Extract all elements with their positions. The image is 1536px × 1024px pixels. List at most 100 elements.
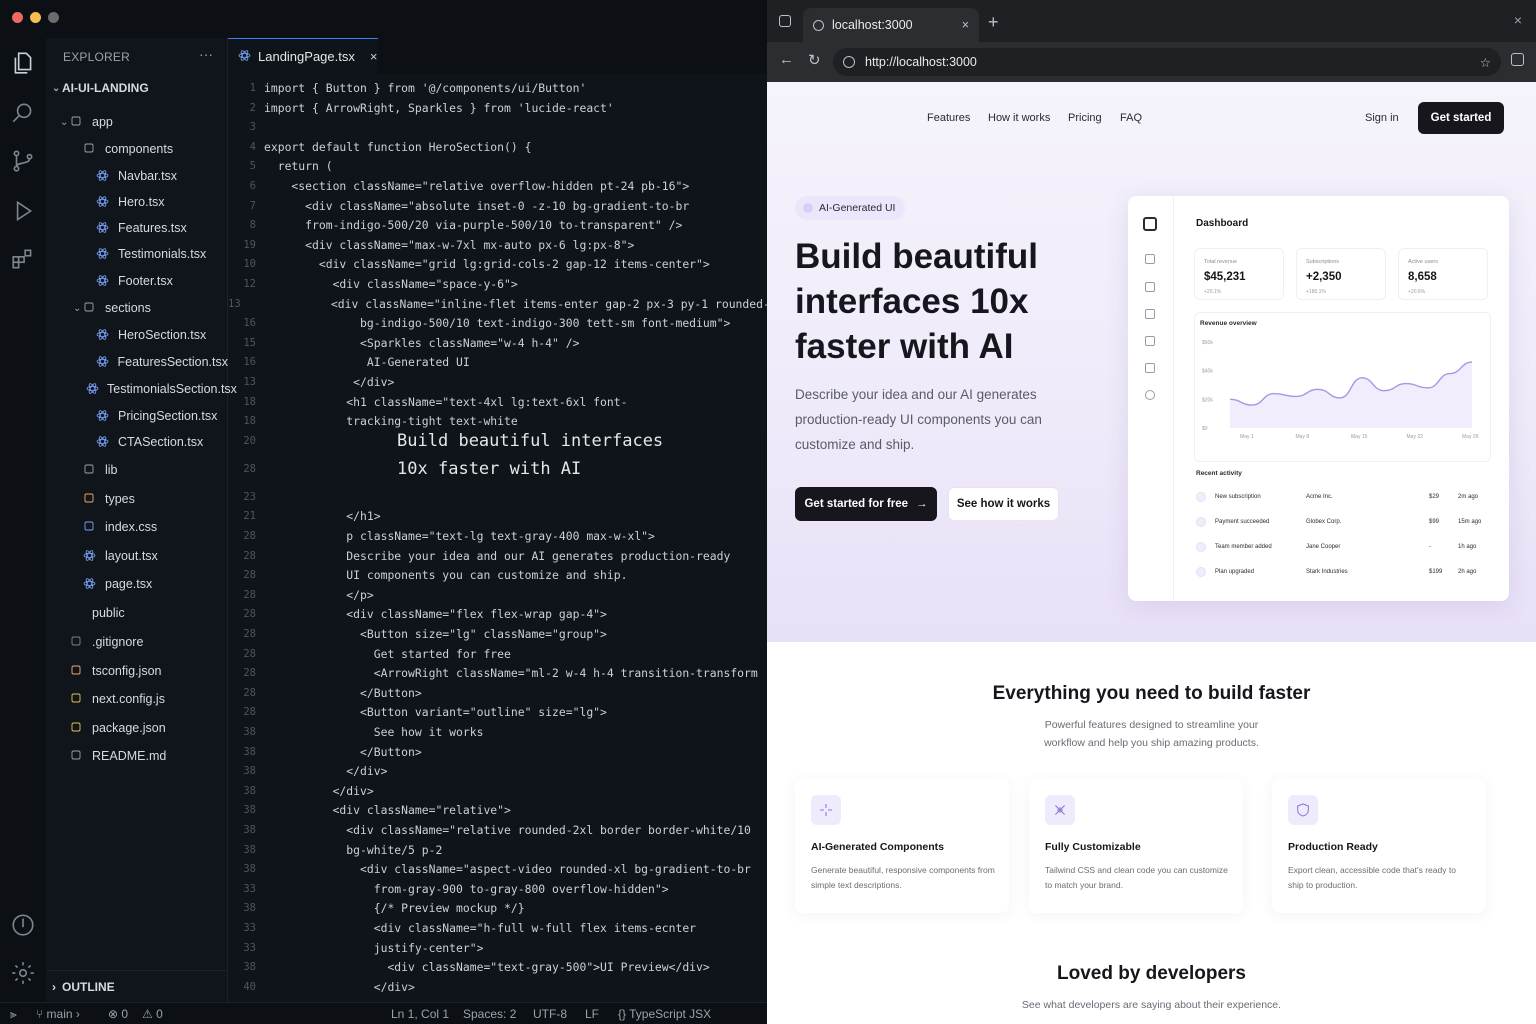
tree-item[interactable]: page.tsx [46, 572, 228, 596]
code-line: 18 <h1 className="text-4xl lg:text-6xl f… [228, 392, 767, 412]
run-debug-icon[interactable] [10, 198, 36, 224]
nav-link-faq[interactable]: FAQ [1120, 112, 1142, 124]
tree-item[interactable]: public [46, 601, 228, 625]
language-status[interactable]: {} TypeScript JSX [618, 1007, 711, 1021]
reload-icon[interactable]: ↻ [808, 51, 821, 69]
tree-item[interactable]: tsconfig.json [46, 659, 228, 683]
activity-amount: $29 [1429, 494, 1440, 500]
remote-icon[interactable]: ⫸ [10, 1007, 17, 1022]
warnings-status[interactable]: ⚠ 0 [142, 1007, 163, 1021]
close-icon[interactable]: × [370, 49, 378, 64]
tree-item[interactable]: index.css [46, 515, 228, 539]
line-number: 20 [243, 434, 256, 447]
nav-link-how-it-works[interactable]: How it works [988, 112, 1050, 124]
tree-item[interactable]: types [46, 487, 228, 511]
dashboard-nav-icon [1145, 282, 1155, 292]
tree-item-label: FeaturesSection.tsx [117, 355, 228, 369]
tree-item[interactable]: HeroSection.tsx [46, 323, 228, 347]
branch-status[interactable]: ⑂ main › [36, 1007, 80, 1021]
dashboard-sidebar [1128, 196, 1174, 601]
address-bar[interactable]: http://localhost:3000 ☆ [833, 48, 1501, 76]
get-started-free-button[interactable]: Get started for free → [795, 487, 937, 521]
site-info-icon[interactable] [843, 56, 855, 68]
chevron-right-icon: › [52, 979, 56, 994]
window-close-icon[interactable]: × [1514, 12, 1522, 28]
back-icon[interactable]: ← [779, 51, 794, 68]
code-line: 48 </div> [228, 996, 767, 1000]
tree-item[interactable]: TestimonialsSection.tsx [46, 377, 237, 401]
indentation-status[interactable]: Spaces: 2 [463, 1007, 516, 1021]
errors-status[interactable]: ⊗ 0 [108, 1007, 128, 1021]
bookmark-star-icon[interactable]: ☆ [1480, 55, 1491, 70]
see-how-it-works-button[interactable]: See how it works [948, 487, 1059, 521]
window-zoom-dot[interactable] [48, 12, 59, 23]
code-text: </h1> [264, 509, 381, 524]
code-text: <ArrowRight className="ml-2 w-4 h-4 tran… [264, 666, 758, 681]
sign-in-link[interactable]: Sign in [1365, 112, 1399, 124]
react-file-icon [96, 355, 110, 369]
code-line: 38 See how it works [228, 722, 767, 742]
tree-item[interactable]: CTASection.tsx [46, 430, 228, 454]
cursor-position[interactable]: Ln 1, Col 1 [391, 1007, 449, 1021]
extensions-icon[interactable] [10, 246, 36, 272]
tree-item[interactable]: layout.tsx [46, 544, 228, 568]
tree-item[interactable]: lib [46, 458, 228, 482]
tree-item[interactable]: Navbar.tsx [46, 164, 228, 188]
window-minimize-dot[interactable] [30, 12, 41, 23]
chevron-down-icon: ⌄ [73, 302, 82, 314]
activity-bar [0, 38, 46, 1002]
tree-item[interactable]: next.config.js [46, 687, 228, 711]
encoding-status[interactable]: UTF-8 [533, 1007, 567, 1021]
dashboard-nav-icon [1145, 309, 1155, 319]
code-text: <Button size="lg" className="group"> [264, 627, 607, 641]
explorer-more-icon[interactable]: ··· [199, 46, 213, 62]
close-tab-icon[interactable]: × [962, 18, 969, 32]
tree-item[interactable]: Footer.tsx [46, 269, 228, 293]
code-text: from-gray-900 to-gray-800 overflow-hidde… [264, 881, 669, 896]
code-text: <section className="relative overflow-hi… [264, 179, 690, 193]
nav-link-pricing[interactable]: Pricing [1068, 112, 1102, 124]
tab-overview-icon[interactable] [779, 15, 791, 27]
files-icon[interactable] [10, 50, 36, 76]
window-close-dot[interactable] [12, 12, 23, 23]
activity-event: New subscription [1215, 494, 1261, 500]
activity-row: Payment succeeded Globex Corp. $99 15m ago [1196, 517, 1486, 531]
extensions-menu-icon[interactable] [1511, 53, 1524, 66]
feature-title: Production Ready [1288, 841, 1378, 853]
stat-label: Total revenue [1204, 259, 1238, 265]
line-number: 18 [243, 395, 256, 408]
eol-status[interactable]: LF [585, 1007, 599, 1021]
tree-item[interactable]: PricingSection.tsx [46, 404, 228, 428]
code-line: 28 UI components you can customize and s… [228, 565, 767, 585]
tree-item[interactable]: .gitignore [46, 630, 228, 654]
get-started-button[interactable]: Get started [1418, 102, 1504, 134]
tree-item[interactable]: Features.tsx [46, 216, 228, 240]
chevron-down-icon: ⌄ [52, 82, 61, 94]
account-icon[interactable] [10, 912, 36, 938]
tab-landing-page[interactable]: LandingPage.tsx × [228, 38, 378, 74]
outline-section[interactable]: › OUTLINE [46, 970, 228, 1002]
code-line: 28 p className="text-lg text-gray-400 ma… [228, 526, 767, 546]
tree-item[interactable]: package.json [46, 716, 228, 740]
search-icon[interactable] [10, 100, 36, 126]
line-number: 18 [243, 415, 256, 428]
nav-link-features[interactable]: Features [927, 112, 970, 124]
tree-item[interactable]: components [46, 137, 228, 161]
project-name: AI-UI-LANDING [62, 81, 149, 95]
tree-item[interactable]: Hero.tsx [46, 190, 228, 214]
project-root[interactable]: ⌄ AI-UI-LANDING [46, 76, 228, 100]
code-line: 23 [228, 487, 767, 507]
tree-item[interactable]: Testimonials.tsx [46, 242, 228, 266]
gear-icon[interactable] [10, 960, 36, 986]
browser-tab[interactable]: localhost:3000 × [803, 8, 979, 42]
tree-item[interactable]: ⌄ app [46, 110, 228, 134]
tree-item[interactable]: FeaturesSection.tsx [46, 350, 228, 374]
explorer-label: EXPLORER [63, 50, 130, 64]
code-line: 15 <Sparkles className="w-4 h-4" /> [228, 333, 767, 353]
code-area[interactable]: 1 import { Button } from '@/components/ui… [228, 78, 767, 1000]
tree-item[interactable]: ⌄ sections [46, 296, 228, 320]
new-tab-icon[interactable]: + [988, 12, 999, 33]
source-control-icon[interactable] [10, 148, 36, 174]
code-line: 28 <ArrowRight className="ml-2 w-4 h-4 t… [228, 663, 767, 683]
tree-item[interactable]: README.md [46, 744, 228, 768]
